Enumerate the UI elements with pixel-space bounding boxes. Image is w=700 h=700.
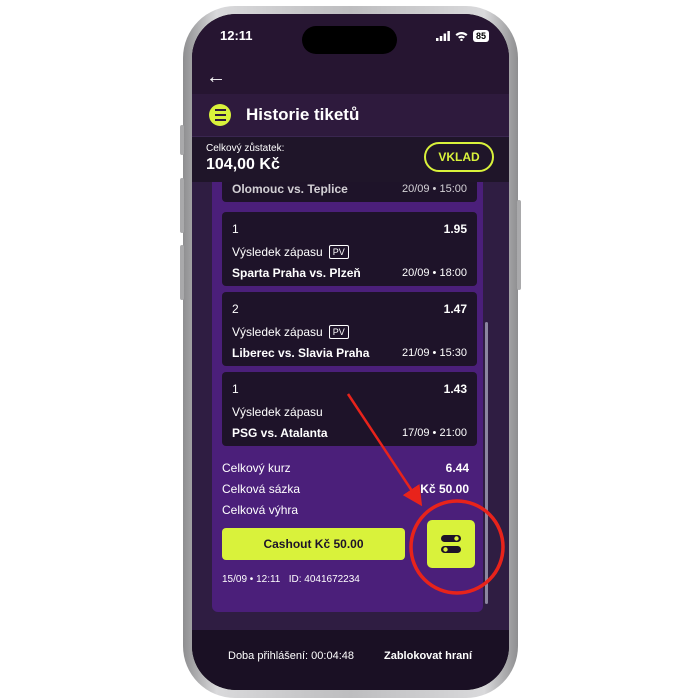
total-stake-value: Kč 50.00 [420, 482, 469, 496]
ticket-history-content: Olomouc vs. Teplice 20/09 • 15:00 1 1.95… [192, 182, 509, 630]
dynamic-island [302, 26, 397, 54]
balance-label: Celkový zůstatek: [206, 143, 285, 154]
balance-value: 104,00 Kč [206, 156, 280, 173]
power-button [517, 200, 521, 290]
scrollbar[interactable] [485, 322, 488, 604]
toggle-icon [441, 535, 461, 553]
bet-odds: 1.47 [443, 302, 467, 316]
page-title: Historie tiketů [246, 105, 360, 124]
signal-icon [436, 31, 450, 41]
bottom-bar: Doba přihlášení: 00:04:48 Zablokovat hra… [192, 630, 509, 690]
bet-match: Olomouc vs. Teplice [232, 182, 348, 196]
block-gambling-link[interactable]: Zablokovat hraní [384, 650, 472, 662]
wifi-icon [455, 32, 468, 41]
bet-item-partial: Olomouc vs. Teplice 20/09 • 15:00 [222, 182, 477, 202]
bet-odds: 1.43 [443, 382, 467, 396]
bet-market-label: Výsledek zápasu [232, 325, 323, 339]
bet-market-label: Výsledek zápasu [232, 405, 323, 419]
bet-market: Výsledek zápasu PV [232, 245, 349, 259]
session-timer: Doba přihlášení: 00:04:48 [228, 650, 354, 662]
bet-odds: 1.95 [443, 222, 467, 236]
total-odds-label: Celkový kurz [222, 461, 291, 475]
bet-date: 17/09 • 21:00 [401, 427, 467, 439]
bet-item: 1 1.43 Výsledek zápasu PSG vs. Atalanta … [222, 372, 477, 446]
bet-pick: 1 [232, 382, 239, 396]
total-win-label: Celková výhra [222, 503, 299, 517]
bet-market-label: Výsledek zápasu [232, 245, 323, 259]
bet-date: 20/09 • 18:00 [401, 267, 467, 279]
bet-market: Výsledek zápasu [232, 405, 323, 419]
bet-match: Liberec vs. Slavia Praha [232, 346, 370, 360]
bet-pick: 2 [232, 302, 239, 316]
total-odds-value: 6.44 [445, 461, 469, 475]
bet-date: 21/09 • 15:30 [401, 347, 467, 359]
status-icons: 85 [436, 30, 490, 42]
menu-icon[interactable] [209, 104, 231, 126]
back-arrow-icon[interactable]: ← [206, 66, 226, 89]
toggle-settings-button[interactable] [427, 520, 475, 568]
bet-market: Výsledek zápasu PV [232, 325, 349, 339]
bet-date: 20/09 • 15:00 [401, 183, 467, 195]
pv-badge: PV [328, 325, 349, 339]
bet-item: 1 1.95 Výsledek zápasu PV Sparta Praha v… [222, 212, 477, 286]
bet-match: PSG vs. Atalanta [232, 426, 328, 440]
phone-screen: 12:11 85 ← Historie tiketů Celkový zůsta… [192, 14, 509, 690]
ticket-card: Olomouc vs. Teplice 20/09 • 15:00 1 1.95… [212, 182, 483, 612]
battery-icon: 85 [473, 30, 490, 42]
volume-up-button [180, 178, 184, 233]
deposit-button[interactable]: VKLAD [424, 142, 494, 172]
top-navigation: ← [192, 58, 509, 94]
action-button [180, 125, 184, 155]
volume-down-button [180, 245, 184, 300]
bet-match: Sparta Praha vs. Plzeň [232, 266, 361, 280]
cashout-button[interactable]: Cashout Kč 50.00 [222, 528, 405, 560]
status-time: 12:11 [220, 28, 253, 43]
status-bar: 12:11 85 [192, 14, 509, 58]
balance-bar: Celkový zůstatek: 104,00 Kč VKLAD [192, 136, 509, 183]
title-bar: Historie tiketů [192, 94, 509, 136]
ticket-meta: 15/09 • 12:11 ID: 4041672234 [222, 574, 360, 585]
bet-item: 2 1.47 Výsledek zápasu PV Liberec vs. Sl… [222, 292, 477, 366]
total-stake-label: Celková sázka [222, 482, 301, 496]
pv-badge: PV [328, 245, 349, 259]
bet-pick: 1 [232, 222, 239, 236]
